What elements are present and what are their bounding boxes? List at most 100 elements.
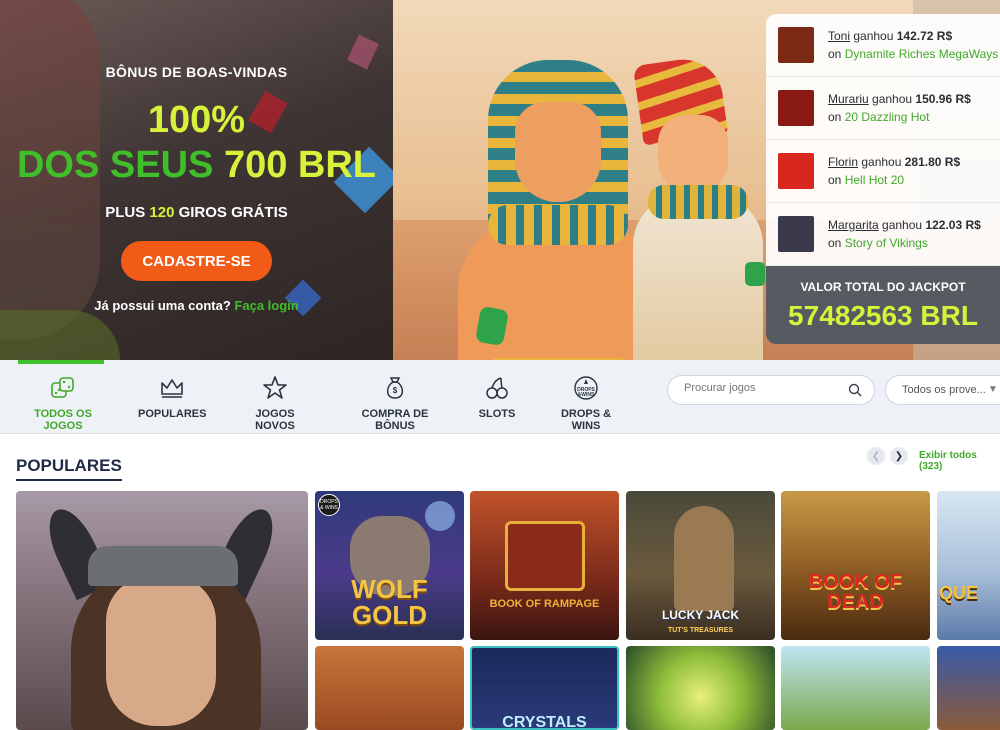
winner-on: on <box>828 47 842 61</box>
game-tile[interactable]: DROPS & WINS WOLF GOLD <box>315 491 464 640</box>
winner-row[interactable]: Florin ganhou 281.80 R$ on Hell Hot 20 <box>766 140 1000 203</box>
dice-icon <box>51 377 74 398</box>
cherries-icon <box>486 377 508 399</box>
see-all-link[interactable]: Exibir todos (323) <box>919 450 1000 472</box>
drops-wins-icon: DROPS &WINS <box>574 376 598 400</box>
winner-amount: 122.03 R$ <box>925 218 981 232</box>
game-title: WOLF GOLD <box>351 574 428 630</box>
active-tab-indicator <box>18 360 104 364</box>
game-thumbnail[interactable] <box>778 27 814 63</box>
queen-illustration <box>623 54 773 360</box>
game-title: BOOK OF DEAD <box>808 571 903 613</box>
recent-winners-panel: Toni ganhou 142.72 R$ on Dynamite Riches… <box>766 14 1000 344</box>
chevron-left-icon: ❮ <box>871 450 881 462</box>
login-link[interactable]: Faça login <box>234 298 298 313</box>
jackpot-value: 57482563 BRL <box>788 300 978 331</box>
winner-name: Murariu <box>828 92 869 106</box>
hero-subline: PLUS 120 GIROS GRÁTIS <box>0 204 393 221</box>
tab-label: POPULARES <box>138 408 207 420</box>
game-subtitle: TUT'S TREASURES <box>667 627 734 634</box>
game-tile[interactable]: CRYSTALS <box>470 646 619 730</box>
game-tile[interactable] <box>16 491 308 730</box>
chevron-right-icon: ❯ <box>894 450 904 462</box>
winner-row[interactable]: Margarita ganhou 122.03 R$ on Story of V… <box>766 203 1000 266</box>
winner-verb: ganhou <box>853 29 894 43</box>
hero-banner: BÔNUS DE BOAS-VINDAS 100% DOS SEUS 700 B… <box>0 0 1000 360</box>
tab-label: SLOTS <box>478 408 516 420</box>
winner-game-link[interactable]: Story of Vikings <box>845 236 928 250</box>
game-thumbnail[interactable] <box>778 153 814 189</box>
casino-page: BÔNUS DE BOAS-VINDAS 100% DOS SEUS 700 B… <box>0 0 1000 730</box>
winner-on: on <box>828 173 842 187</box>
star-icon <box>263 376 287 399</box>
game-title: BOOK OF RAMPAGE <box>489 598 600 610</box>
winner-text: Toni ganhou 142.72 R$ on Dynamite Riches… <box>828 27 998 63</box>
winner-amount: 150.96 R$ <box>915 92 971 106</box>
game-title: LUCKY JACK <box>661 608 740 622</box>
signup-button[interactable]: CADASTRE-SE <box>121 241 272 281</box>
tab-popular[interactable]: POPULARES <box>138 374 206 430</box>
game-tile[interactable]: QUE <box>937 491 1000 640</box>
tab-bonus-buy[interactable]: $ COMPRA DE BÔNUS <box>345 374 445 432</box>
winner-game-link[interactable]: Hell Hot 20 <box>845 173 904 187</box>
winner-amount: 281.80 R$ <box>904 155 961 169</box>
winner-game-link[interactable]: 20 Dazzling Hot <box>845 110 930 124</box>
search-box <box>667 375 875 405</box>
winner-row[interactable]: Murariu ganhou 150.96 R$ on 20 Dazzling … <box>766 77 1000 140</box>
winner-row[interactable]: Toni ganhou 142.72 R$ on Dynamite Riches… <box>766 14 1000 77</box>
winner-name: Toni <box>828 29 851 43</box>
tab-label: COMPRA DE BÔNUS <box>361 408 429 432</box>
tab-label: DROPS & WINS <box>560 408 612 432</box>
hero-headline: 100% <box>147 99 246 141</box>
hero-sub-prefix: PLUS <box>105 204 146 221</box>
login-prompt-text: Já possui uma conta? <box>94 298 231 313</box>
tab-label: TODOS OS JOGOS <box>34 408 92 432</box>
tab-new-games[interactable]: JOGOS NOVOS <box>236 374 314 432</box>
winner-game-link[interactable]: Dynamite Riches MegaWays <box>845 47 999 61</box>
tab-all-games[interactable]: TODOS OS JOGOS <box>18 374 108 432</box>
game-tile[interactable] <box>937 646 1000 730</box>
providers-selected: Todos os prove... <box>902 384 986 396</box>
game-thumbnail[interactable] <box>778 216 814 252</box>
winner-on: on <box>828 236 842 250</box>
hero-kicker: BÔNUS DE BOAS-VINDAS <box>105 64 288 80</box>
hero-sub-suffix: GIROS GRÁTIS <box>178 204 288 221</box>
hero-headline-part: DOS SEUS <box>16 144 214 186</box>
jackpot-label: VALOR TOTAL DO JACKPOT <box>800 280 966 294</box>
login-prompt: Já possui uma conta? Faça login <box>0 298 393 313</box>
tab-label: JOGOS NOVOS <box>255 408 295 432</box>
carousel-next-button[interactable]: ❯ <box>890 447 908 465</box>
winner-text: Florin ganhou 281.80 R$ on Hell Hot 20 <box>828 153 960 189</box>
hero-bg-shape <box>0 310 120 360</box>
game-title: CRYSTALS <box>502 714 587 730</box>
winner-name: Florin <box>828 155 859 169</box>
carousel-prev-button[interactable]: ❮ <box>867 447 885 465</box>
search-input[interactable] <box>684 382 844 394</box>
game-tile[interactable]: BOOK OF DEAD <box>781 491 930 640</box>
providers-dropdown[interactable]: Todos os prove... ▼ <box>885 375 1000 405</box>
search-icon[interactable] <box>848 383 862 397</box>
svg-text:&WINS: &WINS <box>578 392 595 398</box>
hero-sub-number: 120 <box>149 204 175 221</box>
section-title: POPULARES <box>16 456 122 481</box>
tab-drops-wins[interactable]: DROPS &WINS DROPS & WINS <box>548 374 624 432</box>
drops-wins-badge: DROPS & WINS <box>318 494 340 516</box>
jackpot-box: VALOR TOTAL DO JACKPOT 57482563 BRL <box>766 266 1000 344</box>
winner-on: on <box>828 110 842 124</box>
game-thumbnail[interactable] <box>778 90 814 126</box>
tab-slots[interactable]: SLOTS <box>478 374 516 430</box>
popular-section: POPULARES ❮ ❯ Exibir todos (323) DROPS &… <box>0 434 1000 730</box>
game-tile[interactable] <box>315 646 464 730</box>
game-tile[interactable]: BOOK OF RAMPAGE <box>470 491 619 640</box>
winner-verb: ganhou <box>872 92 913 106</box>
winner-amount: 142.72 R$ <box>896 29 953 43</box>
category-nav: TODOS OS JOGOS POPULARES JOGOS NOVOS $ C… <box>0 360 1000 434</box>
winner-verb: ganhou <box>861 155 902 169</box>
game-title: QUE <box>939 583 979 603</box>
game-tile[interactable] <box>781 646 930 730</box>
game-tile[interactable] <box>626 646 775 730</box>
game-tile[interactable]: LUCKY JACK TUT'S TREASURES <box>626 491 775 640</box>
winner-name: Margarita <box>828 218 879 232</box>
svg-text:$: $ <box>393 386 398 395</box>
gem-decoration <box>745 262 765 286</box>
